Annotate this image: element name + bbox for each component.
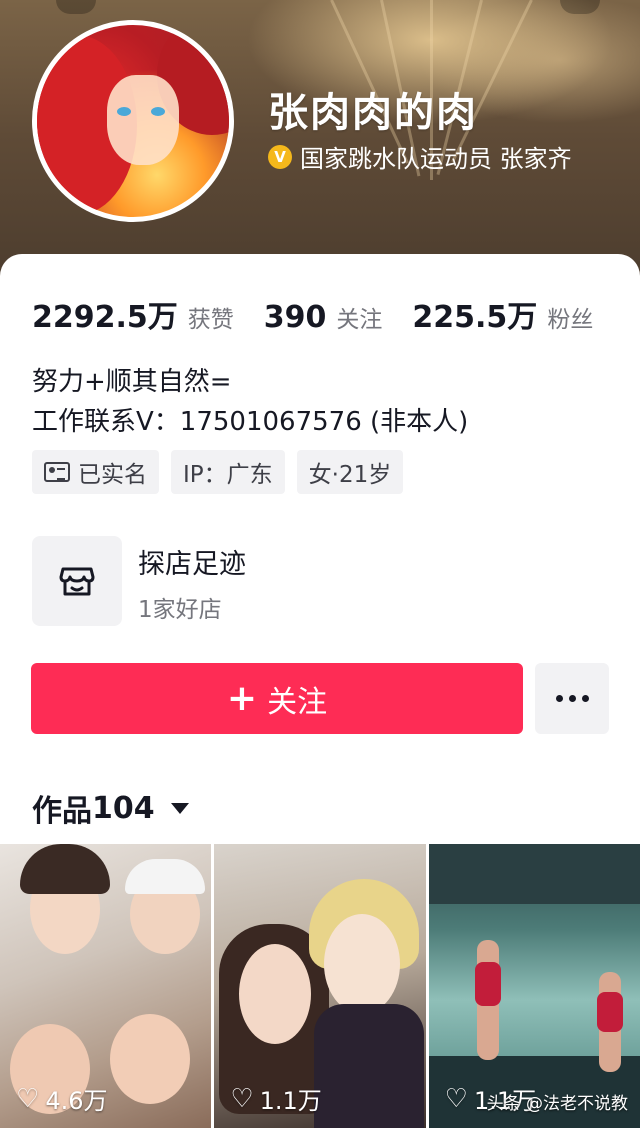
tag-gender-age: 女·21岁 (296, 450, 404, 494)
tag-gender-age-label: 女·21岁 (308, 462, 392, 488)
tag-verified[interactable]: 已实名 (32, 450, 159, 494)
video-likes-count: 4.6万 (45, 1087, 108, 1115)
tab-works[interactable]: 作品 104 (32, 786, 189, 830)
video-likes-count: 1.1万 (259, 1087, 322, 1115)
video-grid: ♡ 4.6万 ♡ 1.1万 ♡ 1.1万 头条 @法老不说教 (0, 844, 640, 1128)
video-likes: ♡ 4.6万 (16, 1081, 107, 1116)
video-thumbnail[interactable]: ♡ 1.1万 头条 @法老不说教 (428, 844, 640, 1128)
watermark: 头条 @法老不说教 (486, 1094, 628, 1114)
verification-text: 国家跳水队运动员 张家齐 (300, 145, 572, 173)
heart-icon: ♡ (230, 1083, 254, 1114)
store-icon (59, 567, 95, 596)
menu-button[interactable] (560, 0, 600, 14)
stats-row: 2292.5万 获赞 390 关注 225.5万 粉丝 (32, 292, 593, 336)
bio-line-1: 努力+顺其自然= (32, 367, 232, 397)
verification-row: V 国家跳水队运动员 张家齐 (268, 139, 572, 174)
followers-count[interactable]: 225.5万 (412, 292, 537, 336)
likes-count: 2292.5万 (32, 300, 178, 335)
video-thumbnail[interactable]: ♡ 1.1万 (214, 844, 426, 1128)
more-options-button[interactable] (535, 663, 609, 734)
caret-down-icon[interactable] (170, 802, 189, 814)
heart-icon: ♡ (444, 1083, 468, 1114)
follow-label: 关注 (267, 684, 328, 720)
tag-verified-label: 已实名 (78, 462, 147, 488)
likes-label: 获赞 (187, 307, 234, 333)
profile-bio: 努力+顺其自然= 工作联系V：17501067576 (非本人) (32, 362, 468, 442)
tag-ip-label: IP：广东 (183, 462, 273, 488)
bio-line-2: 工作联系V：17501067576 (非本人) (32, 407, 469, 437)
verified-badge-icon: V (268, 144, 292, 169)
id-card-icon (44, 462, 70, 482)
avatar[interactable] (32, 20, 234, 222)
followers-label[interactable]: 粉丝 (547, 300, 593, 334)
following-count[interactable]: 390 (264, 300, 327, 335)
works-label: 作品 (32, 794, 92, 829)
video-likes: ♡ 1.1万 (230, 1081, 321, 1116)
works-count: 104 (92, 790, 155, 826)
heart-icon: ♡ (16, 1083, 40, 1114)
follow-button[interactable]: + 关注 (31, 663, 523, 734)
tag-ip: IP：广东 (171, 450, 285, 494)
profile-nickname: 张肉肉的肉 (268, 90, 478, 136)
profile-card: 2292.5万 获赞 390 关注 225.5万 粉丝 努力+顺其自然= 工作联… (0, 254, 640, 844)
more-dots-icon (555, 695, 563, 702)
profile-tags: 已实名 IP：广东 女·21岁 (32, 450, 404, 494)
shop-icon-box[interactable] (32, 536, 122, 626)
plus-icon: + (226, 677, 258, 719)
shop-subtitle: 1家好店 (138, 597, 222, 623)
video-thumbnail[interactable]: ♡ 4.6万 (0, 844, 212, 1128)
following-label[interactable]: 关注 (336, 300, 382, 334)
shop-title[interactable]: 探店足迹 (138, 542, 246, 581)
back-button[interactable] (56, 0, 96, 14)
